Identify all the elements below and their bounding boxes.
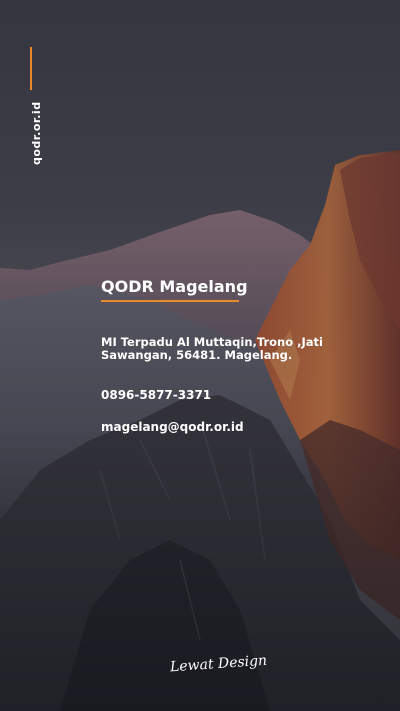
story-card: qodr.or.id QODR Magelang MI Terpadu Al M…: [0, 0, 400, 711]
card-title: QODR Magelang: [101, 277, 248, 296]
contact-header: QODR Magelang: [101, 274, 381, 302]
title-underline: [101, 300, 239, 302]
site-url: qodr.or.id: [30, 101, 43, 165]
email-text: magelang@qodr.or.id: [101, 420, 244, 434]
phone-text: 0896-5877-3371: [101, 388, 212, 402]
address-text: MI Terpadu Al Muttaqin,Trono ,Jati Sawan…: [101, 335, 323, 362]
accent-line: [30, 47, 32, 90]
